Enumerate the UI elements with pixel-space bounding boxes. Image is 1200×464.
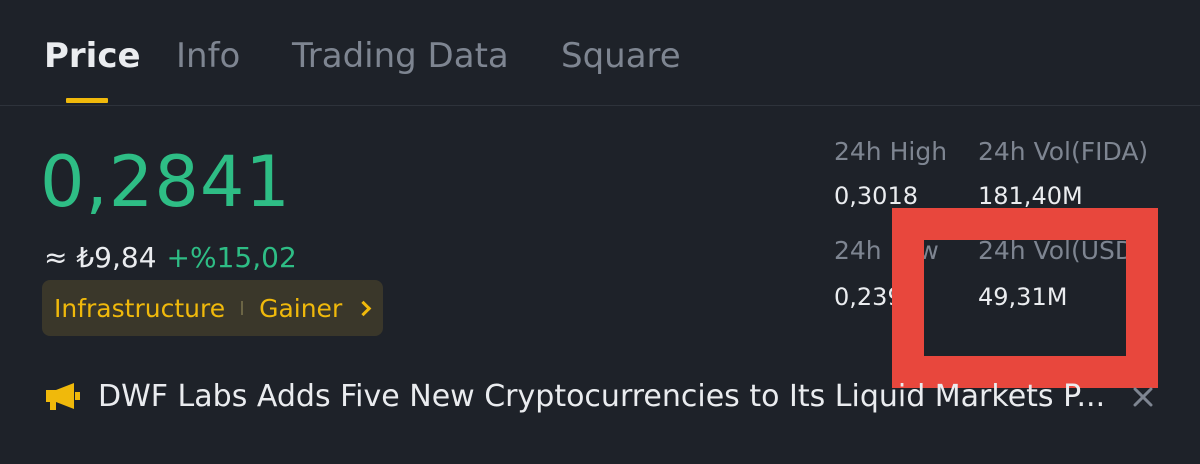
fiat-price: ≈ ₺9,84 [44, 241, 157, 274]
price-sub-row: ≈ ₺9,84 +%15,02 [44, 240, 297, 276]
annotation-highlight-box [892, 208, 1158, 388]
stat-vol-base-value: 181,40M [978, 182, 1083, 210]
tag-divider [241, 301, 244, 315]
stat-high-label: 24h High [834, 137, 948, 166]
tag-category[interactable]: Infrastructure [54, 294, 225, 323]
tab-trading-data[interactable]: Trading Data [292, 36, 509, 76]
price-change-percent: +%15,02 [166, 241, 297, 274]
tab-square[interactable]: Square [561, 36, 681, 76]
last-price: 0,2841 [40, 141, 291, 223]
news-ticker[interactable]: DWF Labs Adds Five New Cryptocurrencies … [44, 372, 1164, 422]
tab-info[interactable]: Info [176, 36, 240, 76]
megaphone-icon [46, 383, 80, 410]
active-tab-indicator [66, 98, 108, 103]
stat-high-value: 0,3018 [834, 182, 918, 210]
chevron-right-icon [355, 300, 372, 317]
stat-vol-base-label: 24h Vol(FIDA) [978, 137, 1149, 166]
tab-price[interactable]: Price [44, 36, 141, 76]
tag-status[interactable]: Gainer [259, 294, 342, 323]
tab-bar: Price Info Trading Data Square [0, 0, 1200, 106]
news-headline[interactable]: DWF Labs Adds Five New Cryptocurrencies … [98, 378, 1105, 416]
tag-chip[interactable]: Infrastructure Gainer [42, 280, 384, 336]
close-icon[interactable] [1128, 382, 1158, 412]
